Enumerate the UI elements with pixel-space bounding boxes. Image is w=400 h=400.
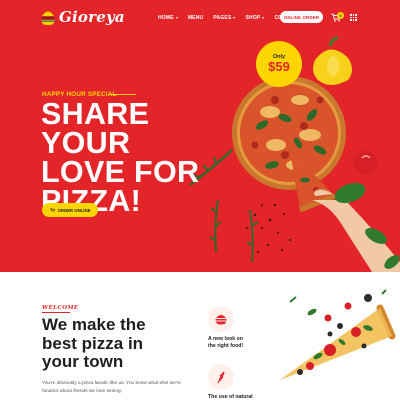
hero-section: Gioreya HOME MENU PAGES SHOP CONTACT ONL… <box>0 0 400 272</box>
feature-icon-wrap <box>208 364 234 390</box>
order-online-label: ORDER ONLINE <box>57 207 91 213</box>
welcome-text: You're obviously a pizza fanatic like us… <box>42 380 192 395</box>
nav-item-label: SHOP <box>245 15 261 21</box>
wheat-icon <box>217 371 225 384</box>
hero-headline: SHARE YOUR LOVE FOR PIZZA! <box>41 97 241 217</box>
nav-item-label: MENU <box>187 15 204 21</box>
welcome-text-line: fanatics about friends we love seeing. <box>42 388 122 394</box>
feature-label: The use of natural <box>208 394 268 400</box>
brand-name: Gioreya <box>59 8 125 26</box>
feature-label: A new look on the right food! <box>208 336 268 350</box>
welcome-text-line: You're obviously a pizza fanatic like us… <box>42 381 181 386</box>
price-badge: Only $59 <box>256 41 302 87</box>
nav-item-menu[interactable]: MENU <box>188 15 204 21</box>
nav-item-home[interactable]: HOME <box>158 15 178 21</box>
burger-logo-icon <box>41 11 55 25</box>
order-online-button[interactable]: ORDER ONLINE <box>42 203 98 217</box>
feature-item: The use of natural <box>208 364 268 400</box>
burger-icon <box>215 315 227 325</box>
nav-item-label: PAGES <box>213 15 232 21</box>
chevron-down-icon <box>233 17 236 19</box>
nav-item-shop[interactable]: SHOP <box>245 15 265 21</box>
feature-label-line: the right food! <box>208 342 244 349</box>
cart-count-badge: 0 <box>337 12 344 19</box>
pizza-slice-illustration <box>280 289 396 380</box>
nav-item-pages[interactable]: PAGES <box>213 15 236 21</box>
welcome-title: We make the best pizza in your town <box>42 315 202 372</box>
chevron-down-icon <box>262 17 265 19</box>
online-order-button[interactable]: ONLINE ORDER <box>280 11 323 23</box>
welcome-title-line: your town <box>42 352 124 371</box>
nav-item-label: HOME <box>158 15 174 21</box>
price-value: $59 <box>268 58 290 74</box>
welcome-title-line: best pizza in <box>42 333 144 353</box>
feature-label-line: A new look on <box>208 336 243 342</box>
welcome-divider <box>42 312 70 313</box>
feature-icon-wrap <box>208 306 234 332</box>
cart-icon <box>49 208 55 212</box>
welcome-title-line: We make the <box>42 315 146 334</box>
main-nav: HOME MENU PAGES SHOP CONTACT <box>158 15 300 21</box>
feature-label-line: The use of natural <box>208 394 253 400</box>
feature-item: A new look on the right food! <box>208 306 268 350</box>
grid-menu-icon[interactable] <box>350 14 357 21</box>
eyebrow-divider <box>108 94 136 95</box>
welcome-label: WELCOME <box>42 305 79 311</box>
brand-logo[interactable]: Gioreya <box>40 8 125 26</box>
chevron-down-icon <box>175 17 178 19</box>
headline-line: SHARE YOUR <box>41 97 150 160</box>
